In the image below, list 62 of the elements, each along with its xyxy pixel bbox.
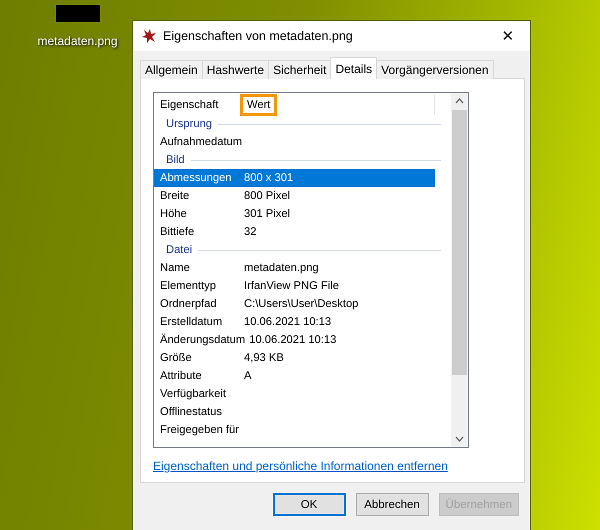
property-row[interactable]: Ordnerpfad C:\Users\User\Desktop — [154, 295, 435, 313]
property-value: 800 Pixel — [244, 190, 290, 202]
property-value: 10.06.2021 10:13 — [249, 334, 336, 346]
column-header[interactable]: Wert — [240, 94, 278, 116]
property-row[interactable]: Offlinestatus — [154, 403, 435, 421]
property-row[interactable]: Höhe 301 Pixel — [154, 205, 435, 223]
property-row[interactable]: Änderungsdatum 10.06.2021 10:13 — [154, 331, 435, 349]
desktop-icon-label[interactable]: metadaten.png — [37, 34, 118, 48]
property-row[interactable]: Abmessungen 800 x 301 — [154, 169, 435, 187]
property-row[interactable]: Größe 4,93 KB — [154, 349, 435, 367]
scroll-up-icon[interactable] — [455, 98, 464, 104]
remove-properties-link[interactable]: Eigenschaften und persönliche Informationen entfernen — [153, 459, 448, 473]
property-name: Breite — [159, 190, 190, 202]
property-name: Abmessungen — [159, 172, 233, 184]
property-row[interactable]: Attribute A — [154, 367, 435, 385]
property-value: A — [244, 370, 252, 382]
property-value: metadaten.png — [244, 262, 319, 274]
property-row[interactable]: Verfügbarkeit — [154, 385, 435, 403]
property-value: C:\Users\User\Desktop — [244, 298, 358, 310]
dialog-button[interactable]: OK — [272, 493, 346, 516]
tab[interactable]: Vorgängerversionen — [376, 60, 494, 79]
property-name: Attribute — [159, 370, 203, 382]
property-value: 800 x 301 — [244, 172, 294, 184]
group-header[interactable]: Bild — [166, 154, 185, 166]
property-value: 4,93 KB — [244, 352, 284, 364]
property-name: Aufnahmedatum — [159, 136, 244, 148]
tab[interactable]: Allgemein — [140, 60, 203, 79]
property-name: Höhe — [159, 208, 188, 220]
property-name: Verfügbarkeit — [159, 388, 227, 400]
property-value: 32 — [244, 226, 256, 238]
scrollbar[interactable] — [451, 93, 468, 447]
scroll-down-icon[interactable] — [455, 436, 464, 442]
tab[interactable]: Details — [330, 57, 378, 79]
property-name: Name — [159, 262, 191, 274]
property-row[interactable]: Elementtyp IrfanView PNG File — [154, 277, 435, 295]
property-row[interactable]: Erstelldatum 10.06.2021 10:13 — [154, 313, 435, 331]
property-name: Erstelldatum — [159, 316, 224, 328]
property-row[interactable]: Breite 800 Pixel — [154, 187, 435, 205]
property-name: Bittiefe — [159, 226, 196, 238]
property-row[interactable]: Aufnahmedatum — [154, 133, 435, 151]
redacted-block — [56, 5, 100, 22]
property-name: Freigegeben für — [159, 424, 240, 436]
property-name: Größe — [159, 352, 193, 364]
scrollbar-thumb[interactable] — [452, 110, 467, 375]
property-row[interactable]: Bittiefe 32 — [154, 223, 435, 241]
group-header[interactable]: Ursprung — [166, 118, 212, 130]
tab[interactable]: Hashwerte — [202, 60, 270, 79]
dialog-button[interactable]: Abbrechen — [356, 493, 429, 516]
property-value: 301 Pixel — [244, 208, 290, 220]
group-header[interactable]: Datei — [166, 244, 192, 256]
property-row[interactable]: Name metadaten.png — [154, 259, 435, 277]
property-name: Änderungsdatum — [159, 334, 246, 346]
window-title: Eigenschaften von metadaten.png — [163, 29, 354, 43]
app-icon — [141, 28, 157, 44]
tab[interactable]: Sicherheit — [268, 60, 332, 79]
property-name: Offlinestatus — [159, 406, 223, 418]
property-row[interactable]: Freigegeben für — [154, 421, 435, 439]
property-value: 10.06.2021 10:13 — [244, 316, 332, 328]
property-name: Ordnerpfad — [159, 298, 218, 310]
property-name: Elementtyp — [159, 280, 217, 292]
property-value: IrfanView PNG File — [244, 280, 339, 292]
close-button[interactable]: ✕ — [486, 21, 530, 51]
